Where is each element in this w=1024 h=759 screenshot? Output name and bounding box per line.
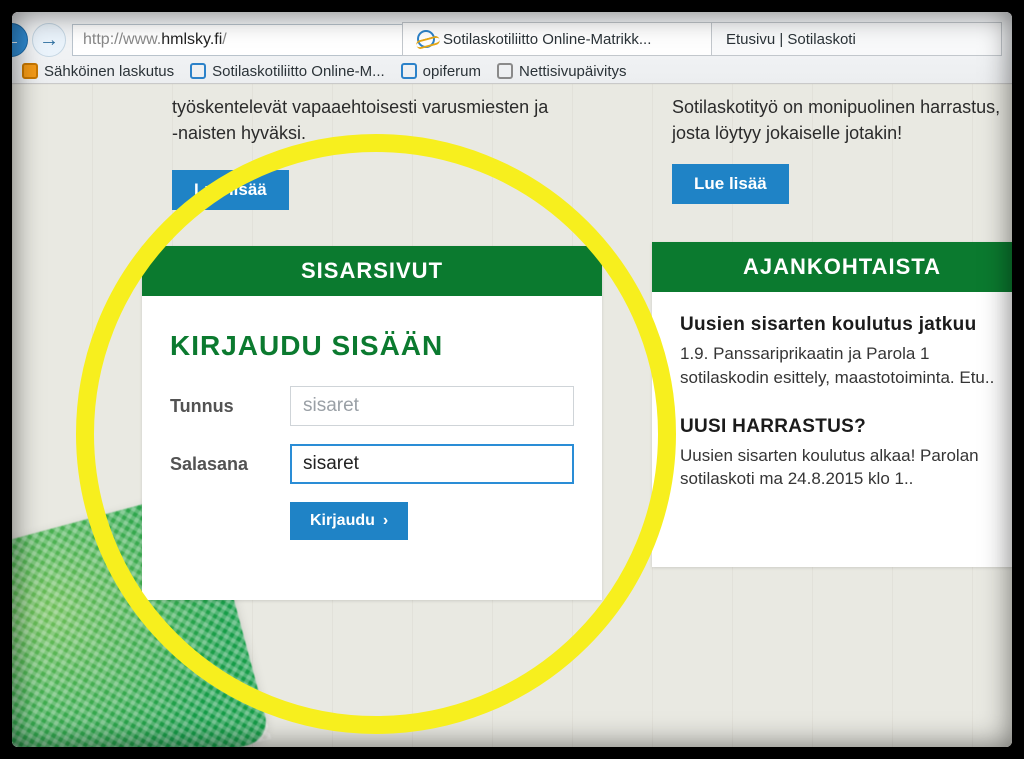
read-more-button-right[interactable]: Lue lisää [672,164,789,204]
bookmark-icon [190,63,206,79]
login-form-title: KIRJAUDU SISÄÄN [170,330,574,362]
bookmark-label: opiferum [423,63,481,80]
username-input[interactable] [290,386,574,426]
nav-forward-button[interactable]: → [32,23,66,57]
tab-active-label: Sotilaskotiliitto Online-Matrikk... [443,31,651,48]
page-content: työskentelevät vapaaehtoisesti varusmies… [12,84,1012,747]
browser-chrome: ← → http://www.hmlsky.fi/ 🔍 ▾ Sotilaskot… [12,12,1012,84]
bookmark-icon [22,63,38,79]
login-panel-title: SISARSIVUT [142,246,602,296]
url-suffix: / [222,31,226,49]
right-intro-text: Sotilaskotityö on monipuolinen harrastus… [672,97,1000,143]
bookmark-label: Nettisivupäivitys [519,63,627,80]
tab-secondary[interactable]: Etusivu | Sotilaskoti [712,22,1002,56]
ie-icon [417,30,435,48]
arrow-left-icon: ← [12,29,21,52]
news-item-title[interactable]: Uusien sisarten koulutus jatkuu [680,314,1012,336]
url-domain: hmlsky.fi [161,31,222,49]
chevron-right-icon: › [383,512,388,530]
password-input[interactable] [290,444,574,484]
bookmarks-bar: Sähköinen laskutus Sotilaskotiliitto Onl… [22,58,1012,84]
bookmark-icon [401,63,417,79]
news-item-body: 1.9. Panssariprikaatin ja Parola 1 sotil… [680,342,1012,390]
tab-active[interactable]: Sotilaskotiliitto Online-Matrikk... [402,22,712,56]
read-more-button-left[interactable]: Lue lisää [172,170,289,210]
right-intro-block: Sotilaskotityö on monipuolinen harrastus… [672,94,1012,204]
login-panel: SISARSIVUT KIRJAUDU SISÄÄN Tunnus Salasa… [142,246,602,600]
url-prefix: http://www. [83,31,161,49]
news-item-title[interactable]: UUSI HARRASTUS? [680,416,1012,438]
news-panel-title: AJANKOHTAISTA [652,242,1012,292]
bookmark-label: Sähköinen laskutus [44,63,174,80]
tab-secondary-label: Etusivu | Sotilaskoti [726,31,856,48]
bookmark-label: Sotilaskotiliitto Online-M... [212,63,385,80]
news-item-body: Uusien sisarten koulutus alkaa! Parolan … [680,444,1012,492]
nav-back-button[interactable]: ← [12,23,28,57]
username-label: Tunnus [170,396,290,417]
bookmark-item[interactable]: Sähköinen laskutus [22,63,174,80]
bookmark-item[interactable]: opiferum [401,63,481,80]
bookmark-item[interactable]: Sotilaskotiliitto Online-M... [190,63,385,80]
news-panel: AJANKOHTAISTA Uusien sisarten koulutus j… [652,242,1012,567]
login-submit-button[interactable]: Kirjaudu › [290,502,408,540]
arrow-right-icon: → [39,29,59,52]
login-submit-label: Kirjaudu [310,512,375,530]
bookmark-icon [497,63,513,79]
left-intro-block: työskentelevät vapaaehtoisesti varusmies… [172,94,552,210]
password-label: Salasana [170,454,290,475]
left-intro-text: työskentelevät vapaaehtoisesti varusmies… [172,97,548,143]
bookmark-item[interactable]: Nettisivupäivitys [497,63,627,80]
